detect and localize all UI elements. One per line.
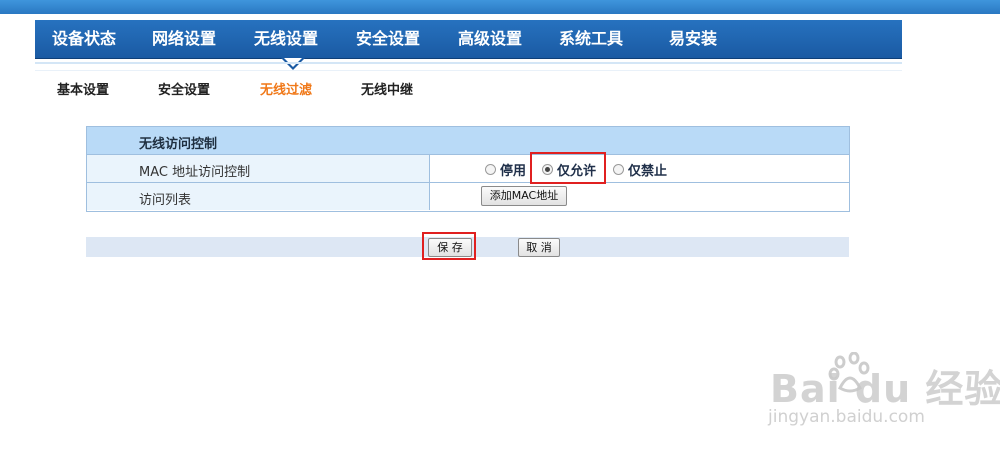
highlight-save xyxy=(422,232,476,260)
subnav-item-wireless-relay[interactable]: 无线中继 xyxy=(361,79,413,98)
wireless-access-control-panel: 无线访问控制 MAC 地址访问控制 停用 仅允许 仅禁止 访问列表 添加MAC地… xyxy=(86,126,850,212)
cancel-button[interactable]: 取 消 xyxy=(518,238,560,257)
nav-item-system-tools[interactable]: 系统工具 xyxy=(559,20,623,58)
subnav-item-wireless-filter[interactable]: 无线过滤 xyxy=(260,79,312,98)
nav-item-advanced-settings[interactable]: 高级设置 xyxy=(458,20,522,58)
main-nav: 设备状态 网络设置 无线设置 安全设置 高级设置 系统工具 易安装 xyxy=(35,20,902,59)
add-mac-address-button[interactable]: 添加MAC地址 xyxy=(481,186,567,206)
watermark-logo: Bai du 经验 xyxy=(770,367,1000,411)
top-strip xyxy=(0,0,1000,14)
subnav-divider-light xyxy=(35,70,902,71)
panel-header: 无线访问控制 xyxy=(87,127,849,155)
subnav-divider xyxy=(35,62,902,64)
radio-deny-only[interactable]: 仅禁止 xyxy=(613,160,667,179)
nav-item-network-settings[interactable]: 网络设置 xyxy=(152,20,216,58)
nav-item-security-settings[interactable]: 安全设置 xyxy=(356,20,420,58)
mac-control-label: MAC 地址访问控制 xyxy=(139,165,251,180)
nav-item-device-status[interactable]: 设备状态 xyxy=(52,20,116,58)
subnav-item-security[interactable]: 安全设置 xyxy=(158,79,210,98)
mac-control-row: MAC 地址访问控制 停用 仅允许 仅禁止 xyxy=(87,155,849,183)
radio-disable-label: 停用 xyxy=(500,164,527,179)
radio-disable[interactable]: 停用 xyxy=(485,160,526,179)
subnav-item-basic[interactable]: 基本设置 xyxy=(57,79,109,98)
mac-control-label-cell: MAC 地址访问控制 xyxy=(87,155,430,182)
nav-item-wireless-settings[interactable]: 无线设置 xyxy=(254,20,318,58)
watermark-url: jingyan.baidu.com xyxy=(768,407,925,427)
access-list-label-cell: 访问列表 xyxy=(87,183,430,210)
panel-title: 无线访问控制 xyxy=(139,137,218,152)
highlight-allow-only xyxy=(530,152,606,184)
radio-deny-only-icon[interactable] xyxy=(613,164,624,175)
access-list-label: 访问列表 xyxy=(139,193,192,208)
nav-item-easy-install[interactable]: 易安装 xyxy=(669,20,717,58)
access-list-row: 访问列表 添加MAC地址 xyxy=(87,183,849,210)
radio-deny-only-label: 仅禁止 xyxy=(628,164,668,179)
radio-disable-icon[interactable] xyxy=(485,164,496,175)
